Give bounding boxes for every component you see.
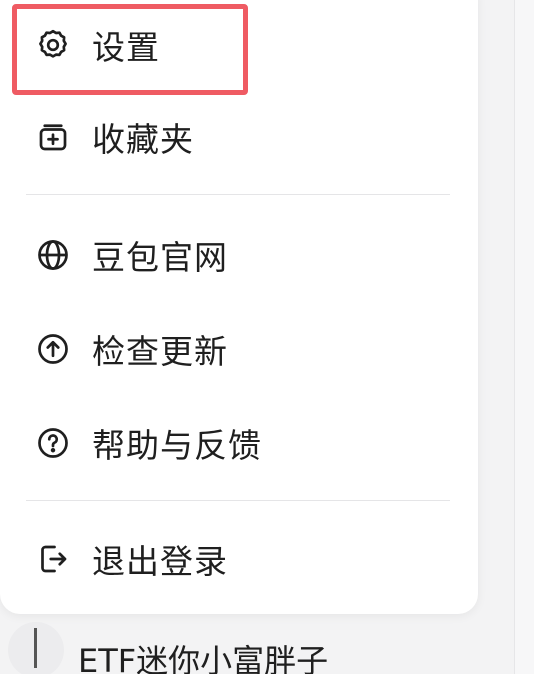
menu-item-website[interactable]: 豆包官网 — [0, 220, 478, 290]
side-panel-edge — [514, 0, 534, 674]
menu-item-favorites[interactable]: 收藏夹 — [0, 102, 478, 172]
bookmark-plus-icon — [34, 118, 72, 156]
menu-item-label: 设置 — [92, 28, 160, 67]
gear-icon — [34, 26, 72, 64]
menu-item-label: 收藏夹 — [92, 120, 194, 159]
menu-item-check-update[interactable]: 检查更新 — [0, 314, 478, 384]
arrow-up-circle-icon — [34, 330, 72, 368]
account-menu: 设置 收藏夹 豆包官网 检查更新 帮助与反馈 退出登录 — [0, 0, 478, 614]
menu-divider — [26, 500, 450, 501]
menu-item-label: 帮助与反馈 — [92, 426, 262, 465]
menu-item-label: 豆包官网 — [92, 238, 228, 277]
menu-divider — [26, 194, 450, 195]
chat-title: ETF迷你小富胖子 — [78, 642, 329, 674]
question-circle-icon — [34, 424, 72, 462]
menu-item-logout[interactable]: 退出登录 — [0, 524, 478, 594]
chat-list-item[interactable]: ETF迷你小富胖子 — [0, 622, 514, 674]
menu-item-help-feedback[interactable]: 帮助与反馈 — [0, 408, 478, 478]
avatar — [8, 622, 64, 674]
menu-item-settings[interactable]: 设置 — [0, 10, 478, 80]
logout-icon — [34, 540, 72, 578]
menu-item-label: 退出登录 — [92, 542, 228, 581]
globe-icon — [34, 236, 72, 274]
menu-item-label: 检查更新 — [92, 332, 228, 371]
